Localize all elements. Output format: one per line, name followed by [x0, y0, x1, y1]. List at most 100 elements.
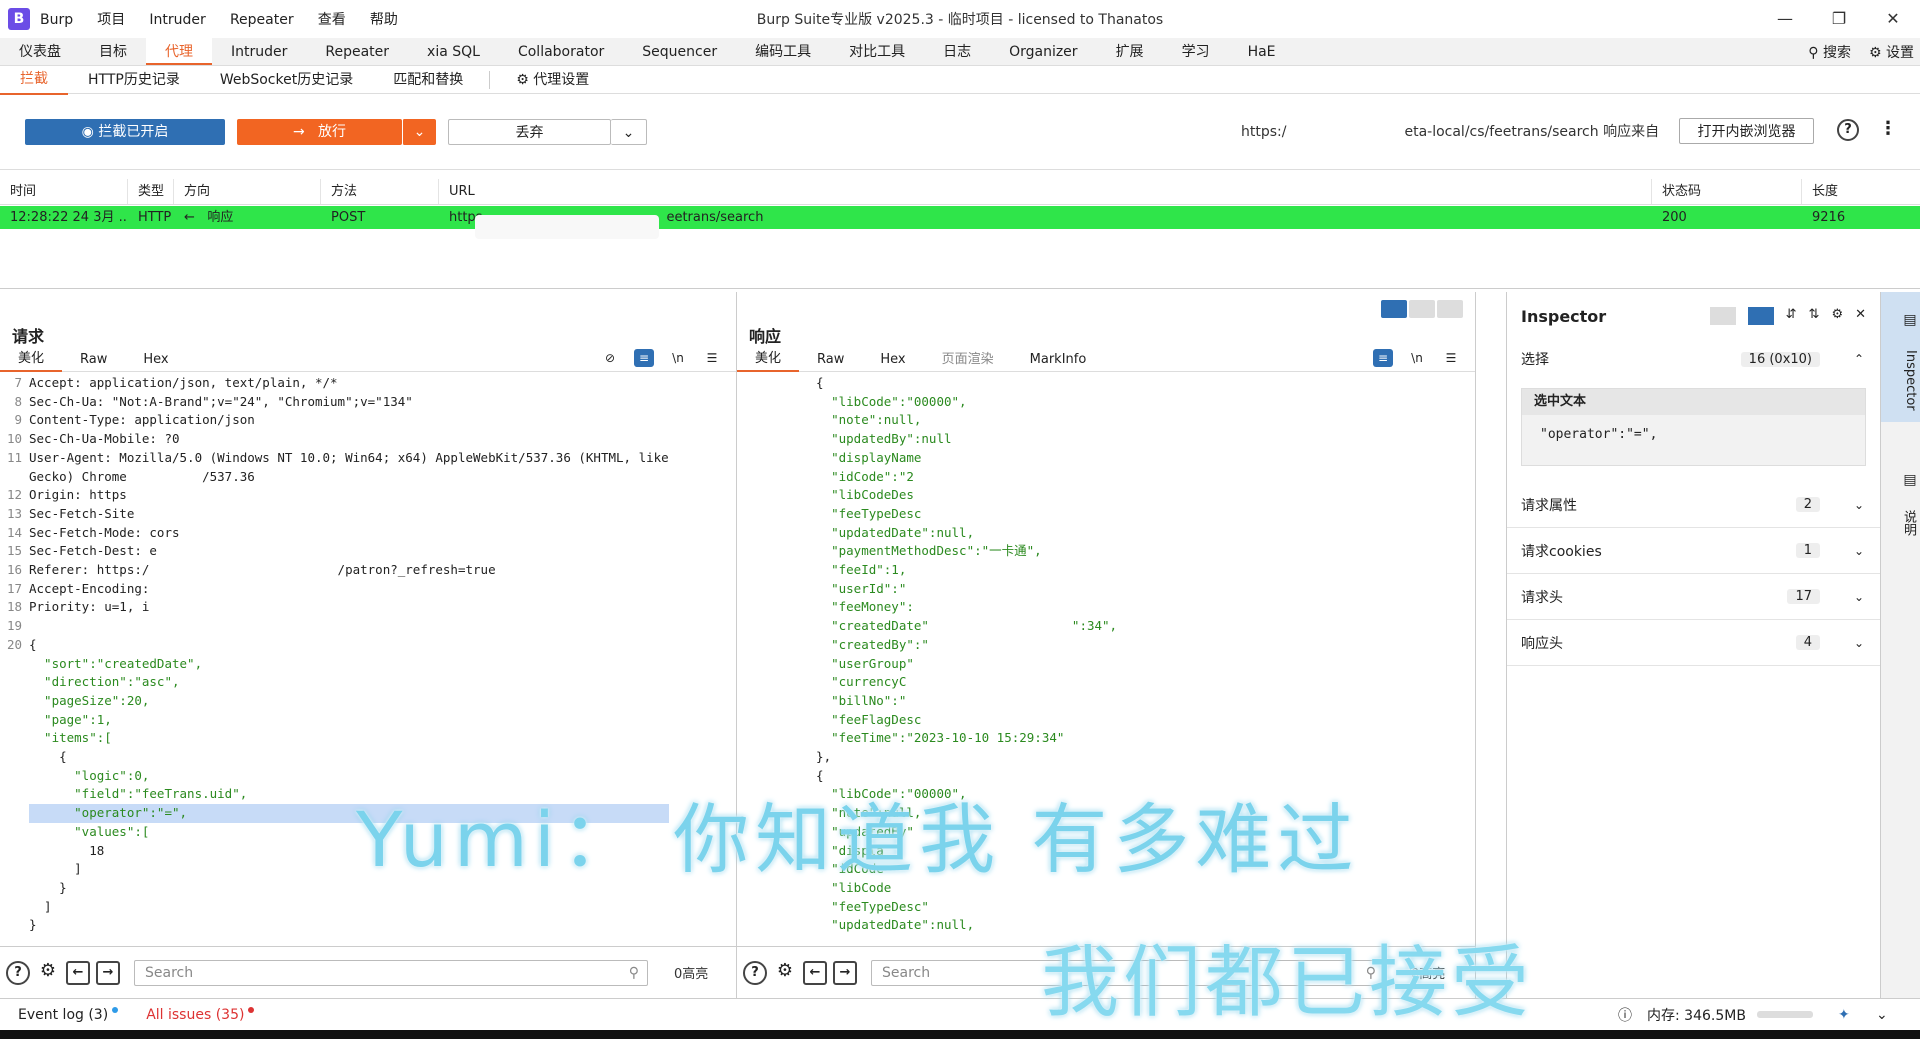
event-log-link[interactable]: Event log (3) [18, 1007, 108, 1023]
tab-raw[interactable]: Raw [62, 349, 125, 371]
response-headers-section[interactable]: 响应头 4 ⌄ [1507, 620, 1880, 666]
chevron-up-icon[interactable]: ⌃ [1854, 352, 1864, 366]
menu-intruder[interactable]: Intruder [149, 12, 205, 28]
newline-icon[interactable]: \n [668, 349, 688, 367]
request-attributes-section[interactable]: 请求属性 2 ⌄ [1507, 482, 1880, 528]
tab-hex[interactable]: Hex [125, 349, 186, 371]
tab-decoder[interactable]: 编码工具 [736, 38, 830, 65]
newline-icon[interactable]: \n [1407, 349, 1427, 367]
maximize-button[interactable]: ❐ [1812, 0, 1866, 38]
tab-intercept[interactable]: 拦截 [0, 65, 68, 95]
intercept-toggle-button[interactable]: ◉ 拦截已开启 [25, 118, 225, 145]
more-options-icon[interactable]: ⋮ [1879, 118, 1897, 139]
tab-collaborator[interactable]: Collaborator [499, 38, 623, 65]
wrap-icon[interactable]: ≡ [1373, 349, 1393, 367]
tab-sequencer[interactable]: Sequencer [623, 38, 736, 65]
tab-organizer[interactable]: Organizer [990, 38, 1096, 65]
help-icon[interactable]: ? [6, 960, 30, 985]
tab-proxy[interactable]: 代理 [146, 38, 212, 65]
close-icon[interactable]: ✕ [1855, 307, 1866, 325]
tab-extensions[interactable]: 扩展 [1097, 38, 1163, 65]
tab-logger[interactable]: 日志 [924, 38, 990, 65]
tab-render[interactable]: 页面渲染 [924, 349, 1012, 371]
layout-active-icon[interactable] [1747, 307, 1774, 325]
gear-icon[interactable]: ⚙ [1831, 307, 1843, 325]
tab-comparer[interactable]: 对比工具 [830, 38, 924, 65]
table-row[interactable]: 12:28:22 24 3月 ... HTTP ← 响应 POST https e… [0, 206, 1920, 229]
settings-button[interactable]: ⚙ 设置 [1869, 42, 1914, 62]
tab-hae[interactable]: HaE [1229, 38, 1295, 65]
tab-match-replace[interactable]: 匹配和替换 [373, 66, 483, 94]
menu-burp[interactable]: Burp [40, 12, 73, 28]
col-method[interactable]: 方法 [321, 179, 439, 204]
menu-icon[interactable]: ☰ [1441, 349, 1461, 367]
tab-repeater[interactable]: Repeater [306, 38, 408, 65]
menu-project[interactable]: 项目 [97, 12, 125, 28]
tab-websocket-history[interactable]: WebSocket历史记录 [200, 66, 373, 94]
open-browser-button[interactable]: 打开内嵌浏览器 [1679, 118, 1814, 144]
collapse-all-icon[interactable]: ⇅ [1809, 307, 1820, 325]
chevron-down-icon[interactable]: ⌄ [1876, 1007, 1888, 1023]
tab-dashboard[interactable]: 仪表盘 [0, 38, 80, 65]
gear-icon[interactable]: ⚙ [773, 960, 797, 985]
tab-markinfo[interactable]: MarkInfo [1012, 349, 1105, 371]
forward-arrow-icon[interactable]: → [833, 960, 857, 985]
sidebar-tab-inspector[interactable]: Inspector [1884, 350, 1918, 411]
menu-view[interactable]: 查看 [318, 12, 346, 28]
chevron-down-icon[interactable]: ⌄ [1854, 498, 1864, 512]
request-cookies-section[interactable]: 请求cookies 1 ⌄ [1507, 528, 1880, 574]
tab-intruder[interactable]: Intruder [212, 38, 306, 65]
tab-pretty[interactable]: 美化 [737, 348, 800, 372]
menu-repeater[interactable]: Repeater [230, 12, 294, 28]
tab-raw[interactable]: Raw [799, 349, 862, 371]
notes-icon[interactable]: ▤ [1884, 472, 1918, 488]
chevron-down-icon[interactable]: ⌄ [1854, 544, 1864, 558]
layout-icon[interactable] [1709, 307, 1736, 325]
forward-arrow-icon[interactable]: → [96, 960, 120, 985]
help-icon[interactable]: ? [743, 960, 767, 985]
request-search-input[interactable]: Search ⚲ [134, 959, 648, 986]
drop-dropdown-button[interactable]: ⌄ [611, 118, 647, 145]
response-editor[interactable]: { "libCode":"00000", "note":null, "updat… [737, 374, 1475, 934]
forward-button[interactable]: → 放行 [237, 118, 402, 145]
proxy-settings-button[interactable]: ⚙ 代理设置 [496, 66, 609, 94]
col-length[interactable]: 长度 [1802, 179, 1920, 204]
back-arrow-icon[interactable]: ← [803, 960, 827, 985]
ai-icon[interactable]: ✦ [1838, 1007, 1850, 1023]
chevron-down-icon[interactable]: ⌄ [1854, 590, 1864, 604]
chevron-down-icon[interactable]: ⌄ [1854, 636, 1864, 650]
menu-icon[interactable]: ☰ [702, 349, 722, 367]
col-time[interactable]: 时间 [0, 179, 128, 204]
help-icon[interactable]: ? [1837, 119, 1859, 141]
tab-target[interactable]: 目标 [80, 38, 146, 65]
tab-learn[interactable]: 学习 [1163, 38, 1229, 65]
col-url[interactable]: URL [439, 179, 1652, 204]
tab-http-history[interactable]: HTTP历史记录 [68, 66, 200, 94]
response-search-input[interactable]: Search ⚲ [871, 959, 1385, 986]
selection-section[interactable]: 选择 16 (0x10) ⌃ [1507, 336, 1880, 382]
close-window-button[interactable]: ✕ [1866, 0, 1920, 38]
request-headers-section[interactable]: 请求头 17 ⌄ [1507, 574, 1880, 620]
eye-off-icon[interactable]: ⊘ [600, 349, 620, 367]
back-arrow-icon[interactable]: ← [66, 960, 90, 985]
search-button[interactable]: ⚲ 搜索 [1808, 42, 1851, 62]
tab-hex[interactable]: Hex [862, 349, 923, 371]
layout-split-icon[interactable] [1381, 300, 1407, 318]
expand-all-icon[interactable]: ⇵ [1786, 307, 1797, 325]
tab-xia-sql[interactable]: xia SQL [408, 38, 499, 65]
pages-icon[interactable]: ▤ [1884, 312, 1918, 328]
col-type[interactable]: 类型 [128, 179, 174, 204]
layout-rows-icon[interactable] [1409, 300, 1435, 318]
gear-icon[interactable]: ⚙ [36, 960, 60, 985]
drop-button[interactable]: 丢弃 [448, 118, 611, 145]
tab-pretty[interactable]: 美化 [0, 348, 63, 372]
wrap-icon[interactable]: ≡ [634, 349, 654, 367]
sidebar-tab-notes[interactable]: 说明 [1884, 510, 1918, 536]
col-direction[interactable]: 方向 [174, 179, 321, 204]
request-editor[interactable]: 7 8 9 10 11 12 13 14 15 16 17 18 19 20 Accept: appli… [0, 374, 736, 934]
layout-single-icon[interactable] [1437, 300, 1463, 318]
minimize-button[interactable]: — [1758, 0, 1812, 38]
forward-dropdown-button[interactable]: ⌄ [402, 118, 436, 145]
all-issues-link[interactable]: All issues (35) [146, 1007, 244, 1023]
col-status[interactable]: 状态码 [1652, 179, 1802, 204]
